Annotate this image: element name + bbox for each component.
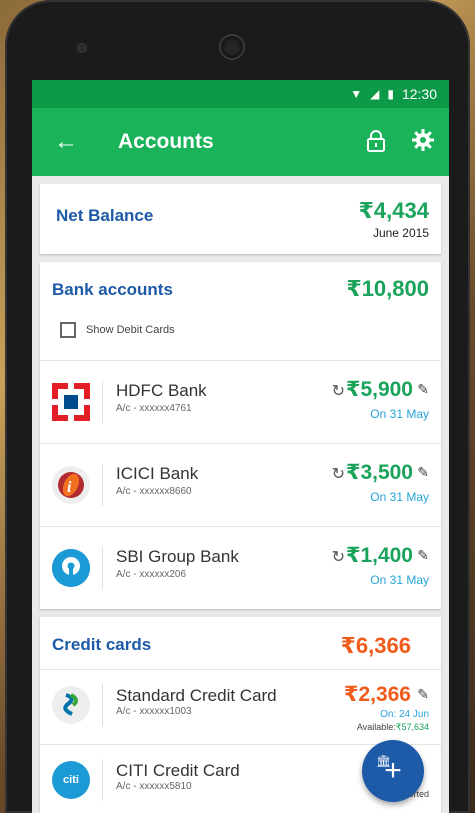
bank-accounts-total: ₹10,800: [346, 276, 429, 301]
signal-icon: ◢: [370, 87, 380, 101]
credit-cards-total: ₹6,366: [340, 633, 411, 658]
sensor-dot: [78, 44, 86, 52]
svg-text:i: i: [67, 479, 72, 496]
row-divider: [102, 684, 103, 726]
row-divider: [102, 381, 103, 423]
bank-name: HDFC Bank: [116, 381, 207, 400]
page-title: Accounts: [118, 130, 214, 153]
card-name: Standard Credit Card: [116, 686, 277, 705]
add-account-button[interactable]: 🏛 +: [362, 740, 424, 802]
battery-icon: ▮: [387, 87, 394, 101]
bank-account-number: A/c - xxxxxx206: [116, 569, 187, 580]
icici-logo: i: [52, 466, 90, 504]
status-time: 12:30: [401, 86, 437, 102]
pencil-icon[interactable]: ✎: [417, 464, 429, 481]
bank-accounts-header: Bank accounts ₹10,800 Show Debit Cards: [40, 262, 441, 361]
net-balance-label: Net Balance: [56, 206, 154, 225]
credit-cards-label: Credit cards: [52, 635, 152, 654]
bank-updated-date: On 31 May: [370, 573, 429, 587]
bank-updated-date: On 31 May: [370, 407, 429, 421]
bank-row-icici[interactable]: i ICICI Bank A/c - xxxxxx8660 ↻ ₹3,500 ✎…: [40, 444, 441, 527]
refresh-icon[interactable]: ↻: [332, 381, 345, 401]
bank-balance: ₹1,400: [345, 544, 413, 567]
hdfc-logo: [52, 383, 90, 421]
card-account-number: A/c - xxxxxx5810: [116, 781, 192, 792]
available-amount: ₹57,634: [395, 722, 429, 732]
bank-accounts-label: Bank accounts: [52, 280, 173, 299]
bank-row-sbi[interactable]: SBI Group Bank A/c - xxxxxx206 ↻ ₹1,400 …: [40, 527, 441, 609]
pencil-icon[interactable]: ✎: [417, 381, 429, 398]
row-divider: [102, 547, 103, 589]
wifi-icon: ▼: [350, 87, 363, 101]
bank-account-number: A/c - xxxxxx4761: [116, 403, 192, 414]
card-balance: ₹2,366: [343, 683, 411, 706]
refresh-icon[interactable]: ↻: [332, 547, 345, 567]
card-account-number: A/c - xxxxxx1003: [116, 706, 192, 717]
bank-row-hdfc[interactable]: HDFC Bank A/c - xxxxxx4761 ↻ ₹5,900 ✎ On…: [40, 361, 441, 444]
bank-balance: ₹5,900: [345, 378, 413, 401]
pencil-icon[interactable]: ✎: [417, 686, 429, 703]
refresh-icon[interactable]: ↻: [332, 464, 345, 484]
screen: ▼ ◢ ▮ 12:30 ← Accounts Net Balance ₹4,43…: [32, 80, 449, 813]
bank-updated-date: On 31 May: [370, 490, 429, 504]
pencil-icon[interactable]: ✎: [417, 547, 429, 564]
bank-name: SBI Group Bank: [116, 547, 239, 566]
back-arrow-icon[interactable]: ←: [54, 130, 78, 154]
card-due-date: On: 24 Jun: [380, 709, 429, 720]
lock-icon[interactable]: [365, 130, 387, 152]
front-camera: [221, 36, 243, 58]
available-label: Available:: [356, 722, 396, 732]
show-debit-checkbox[interactable]: [60, 322, 76, 338]
credit-cards-header: Credit cards ₹6,366: [40, 617, 441, 670]
gear-icon[interactable]: [411, 128, 435, 152]
citi-logo: citi: [52, 761, 90, 799]
sbi-logo: [52, 549, 90, 587]
status-bar: ▼ ◢ ▮ 12:30: [32, 80, 449, 108]
net-balance-month: June 2015: [372, 226, 429, 240]
row-divider: [102, 464, 103, 506]
card-available: Available:₹57,634: [357, 722, 429, 733]
card-name: CITI Credit Card: [116, 761, 240, 780]
bank-accounts-card: Bank accounts ₹10,800 Show Debit Cards H…: [40, 262, 441, 609]
bank-name: ICICI Bank: [116, 464, 199, 483]
net-balance-card[interactable]: Net Balance ₹4,434 June 2015: [40, 184, 441, 254]
bank-icon: 🏛: [376, 754, 392, 768]
show-debit-label[interactable]: Show Debit Cards: [86, 324, 175, 336]
row-divider: [102, 759, 103, 801]
app-bar: ← Accounts: [32, 108, 449, 176]
phone-frame: ▼ ◢ ▮ 12:30 ← Accounts Net Balance ₹4,43…: [5, 0, 470, 813]
bank-balance: ₹3,500: [345, 461, 413, 484]
bank-account-number: A/c - xxxxxx8660: [116, 486, 192, 497]
net-balance-amount: ₹4,434: [358, 198, 429, 223]
credit-row-standard[interactable]: Standard Credit Card A/c - xxxxxx1003 ₹2…: [40, 670, 441, 745]
standard-chartered-logo: [52, 686, 90, 724]
